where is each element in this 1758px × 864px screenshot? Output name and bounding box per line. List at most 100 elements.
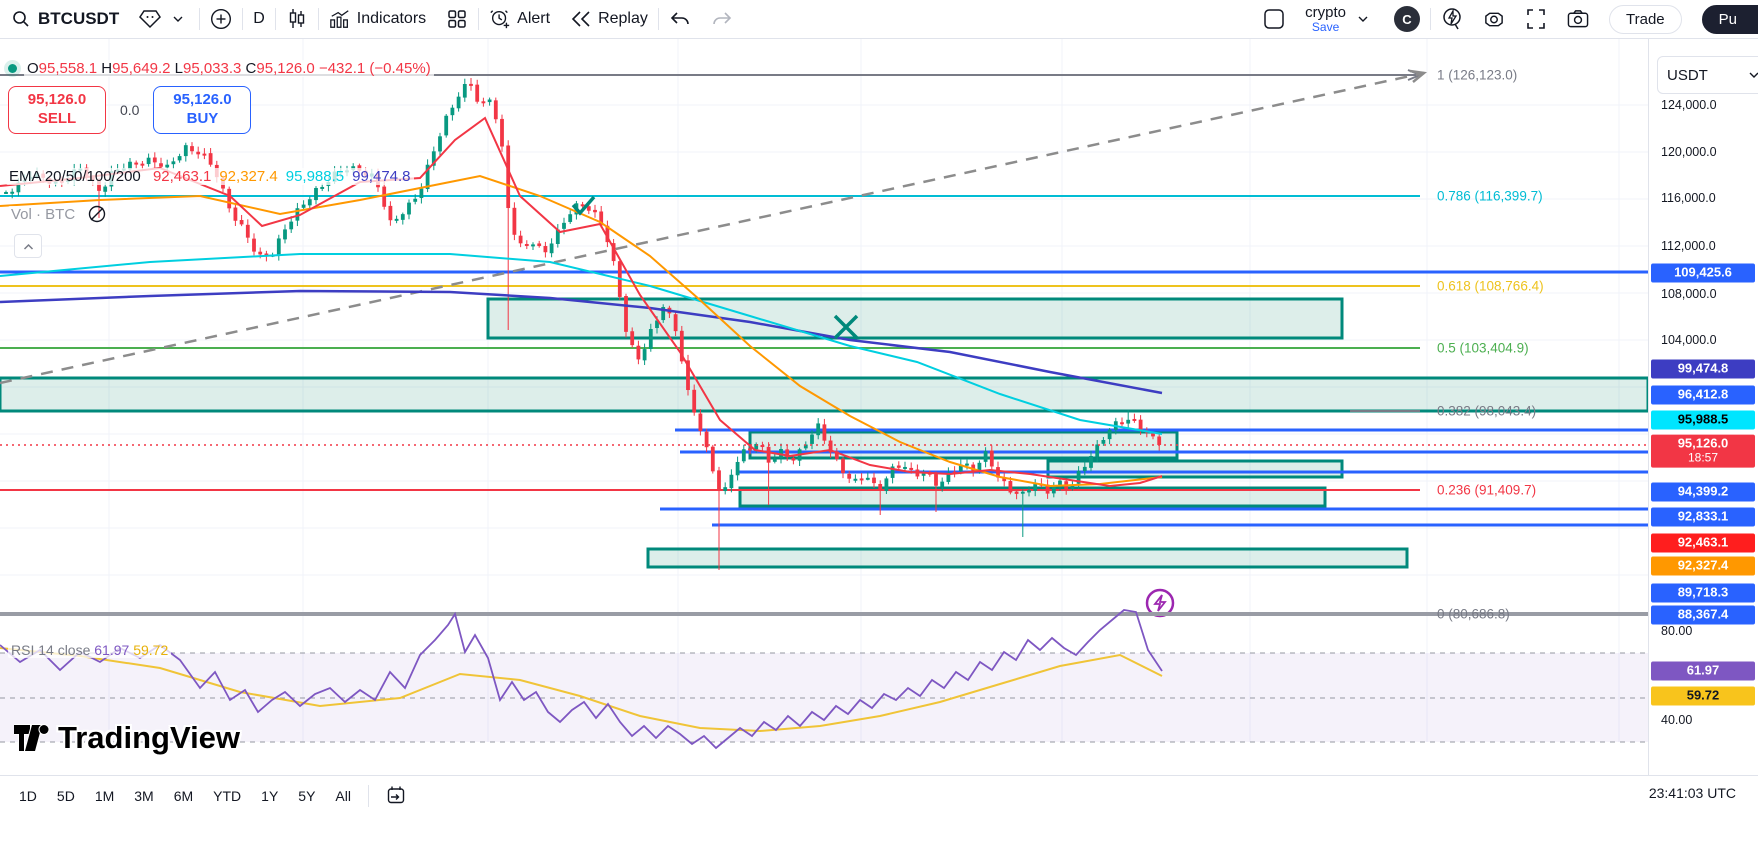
price-axis-label: 124,000.0 <box>1661 98 1717 112</box>
price-badge: 92,327.4 <box>1651 556 1755 576</box>
layout-square-icon <box>1263 8 1285 30</box>
chart-style-button[interactable] <box>276 0 318 38</box>
high-letter: H <box>101 60 113 77</box>
change-value: −432.1 (−0.45%) <box>318 60 431 77</box>
price-badge: 92,463.1 <box>1651 533 1755 553</box>
toolbar-left: BTCUSDT D Indicators Alert Replay <box>0 0 743 38</box>
redo-button[interactable] <box>701 0 743 38</box>
indicators-label: Indicators <box>356 10 427 27</box>
eye-hidden-icon[interactable] <box>86 203 108 225</box>
fullscreen-button[interactable] <box>1515 0 1557 38</box>
tradingview-logo[interactable]: TradingView <box>14 720 240 756</box>
interval-button[interactable]: D <box>243 0 275 38</box>
range-button-5d[interactable]: 5D <box>48 784 84 808</box>
go-to-date-button[interactable] <box>377 781 415 812</box>
range-button-5y[interactable]: 5Y <box>289 784 324 808</box>
avatar: C <box>1394 6 1420 32</box>
buy-price: 95,126.0 <box>173 91 232 109</box>
bottom-toolbar: 1D 5D 1M 3M 6M YTD 1Y 5Y All 23:41:03 UTC <box>0 775 1758 864</box>
indicator-templates-button[interactable] <box>436 0 478 38</box>
range-button-1d[interactable]: 1D <box>10 784 46 808</box>
fib-level-label: 0 (80,686.8) <box>1437 606 1510 622</box>
publish-button[interactable]: Pu <box>1692 0 1758 38</box>
price-axis[interactable]: USDT 124,000.0 120,000.0 116,000.0 112,000.… <box>1648 38 1758 864</box>
instant-trade-panel: 95,126.0 SELL 0.0 95,126.0 BUY <box>8 86 252 134</box>
volume-label: Vol · BTC <box>8 205 79 223</box>
close-value: 95,126.0 <box>256 60 315 77</box>
top-toolbar: BTCUSDT D Indicators Alert Replay crypto… <box>0 0 1758 39</box>
ema-value: 95,988.5 <box>285 168 345 185</box>
trade-button[interactable]: Trade <box>1599 0 1692 38</box>
alert-label: Alert <box>517 10 551 27</box>
range-button-3m[interactable]: 3M <box>125 784 162 808</box>
compare-add-button[interactable] <box>200 0 242 38</box>
spread-value: 0.0 <box>120 102 140 118</box>
plus-circle-icon <box>210 8 232 30</box>
replay-button[interactable]: Replay <box>560 0 658 38</box>
buy-label: BUY <box>186 110 219 127</box>
rsi-ma-value: 59.72 <box>133 642 169 658</box>
fib-level-label: 0.5 (103,404.9) <box>1437 340 1529 356</box>
layout-name: crypto <box>1305 3 1346 21</box>
rsi-legend[interactable]: RSI 14 close 61.97 59.72 <box>8 642 172 658</box>
alert-button[interactable]: Alert <box>479 0 560 38</box>
rsi-title: RSI 14 close <box>11 642 91 658</box>
chart-canvas <box>0 38 1758 750</box>
snapshot-button[interactable] <box>1557 0 1599 38</box>
collapse-panel-button[interactable] <box>14 234 42 258</box>
range-button-1y[interactable]: 1Y <box>252 784 287 808</box>
price-badge: 109,425.6 <box>1651 263 1755 283</box>
toolbar-right: crypto Save C Trade Pu <box>1253 0 1758 38</box>
indicators-icon <box>329 8 351 30</box>
price-axis-label: 112,000.0 <box>1661 239 1716 253</box>
price-badge: 95,988.5 <box>1651 410 1755 430</box>
range-button-ytd[interactable]: YTD <box>204 784 250 808</box>
settings-button[interactable] <box>1473 0 1515 38</box>
publish-label: Pu <box>1701 4 1758 34</box>
sell-button[interactable]: 95,126.0 SELL <box>8 86 106 134</box>
open-letter: O <box>27 60 39 77</box>
date-range-buttons: 1D 5D 1M 3M 6M YTD 1Y 5Y All <box>0 776 360 816</box>
save-label: Save <box>1311 19 1340 34</box>
ema-values: 92,463.1 92,327.4 95,988.5 99,474.8 <box>145 168 411 185</box>
open-value: 95,558.1 <box>38 60 98 77</box>
ohlc-legend: O95,558.1 H95,649.2 L95,033.3 C95,126.0 … <box>8 60 434 77</box>
range-button-6m[interactable]: 6M <box>165 784 202 808</box>
diamond-icon <box>139 8 162 30</box>
layout-select-button[interactable] <box>1253 0 1295 38</box>
server-clock[interactable]: 23:41:03 UTC <box>1649 785 1736 801</box>
range-button-all[interactable]: All <box>326 784 360 808</box>
range-button-1m[interactable]: 1M <box>86 784 123 808</box>
fib-level-label: 0.786 (116,399.7) <box>1437 188 1543 204</box>
chevron-down-icon <box>167 8 189 30</box>
ema-value: 92,463.1 <box>152 168 212 185</box>
price-axis-label: 80.00 <box>1661 624 1693 638</box>
account-avatar[interactable]: C <box>1384 0 1430 38</box>
symbol-search-button[interactable]: BTCUSDT <box>0 0 129 38</box>
chart-area[interactable]: O95,558.1 H95,649.2 L95,033.3 C 95,126.0 … <box>0 38 1758 864</box>
save-layout-button[interactable]: crypto Save <box>1295 0 1384 38</box>
price-badge: 88,367.4 <box>1651 605 1755 625</box>
price-axis-label: 108,000.0 <box>1661 287 1717 301</box>
gear-icon <box>1483 8 1505 30</box>
ema-title: EMA 20/50/100/200 <box>9 168 141 185</box>
camera-icon <box>1567 8 1589 30</box>
quick-search-button[interactable] <box>1431 0 1473 38</box>
symbol-flag-button[interactable] <box>129 0 199 38</box>
price-axis-label: 40.00 <box>1661 713 1693 727</box>
indicators-button[interactable]: Indicators <box>319 0 436 38</box>
price-badge: 99,474.8 <box>1651 359 1755 379</box>
close-letter: C <box>245 60 257 77</box>
price-badge: 59.72 <box>1651 686 1755 706</box>
sell-label: SELL <box>37 110 77 127</box>
price-axis-label: 104,000.0 <box>1661 333 1717 347</box>
replay-rewind-icon <box>570 8 592 30</box>
buy-button[interactable]: 95,126.0 BUY <box>153 86 252 134</box>
ema-legend[interactable]: EMA 20/50/100/200 92,463.1 92,327.4 95,988… <box>6 168 414 185</box>
undo-button[interactable] <box>659 0 701 38</box>
chevron-down-icon <box>1749 72 1758 78</box>
search-icon <box>10 8 32 30</box>
currency-dropdown[interactable]: USDT <box>1657 56 1758 94</box>
volume-legend[interactable]: Vol · BTC <box>8 203 108 225</box>
price-badge: 89,718.3 <box>1651 583 1755 603</box>
